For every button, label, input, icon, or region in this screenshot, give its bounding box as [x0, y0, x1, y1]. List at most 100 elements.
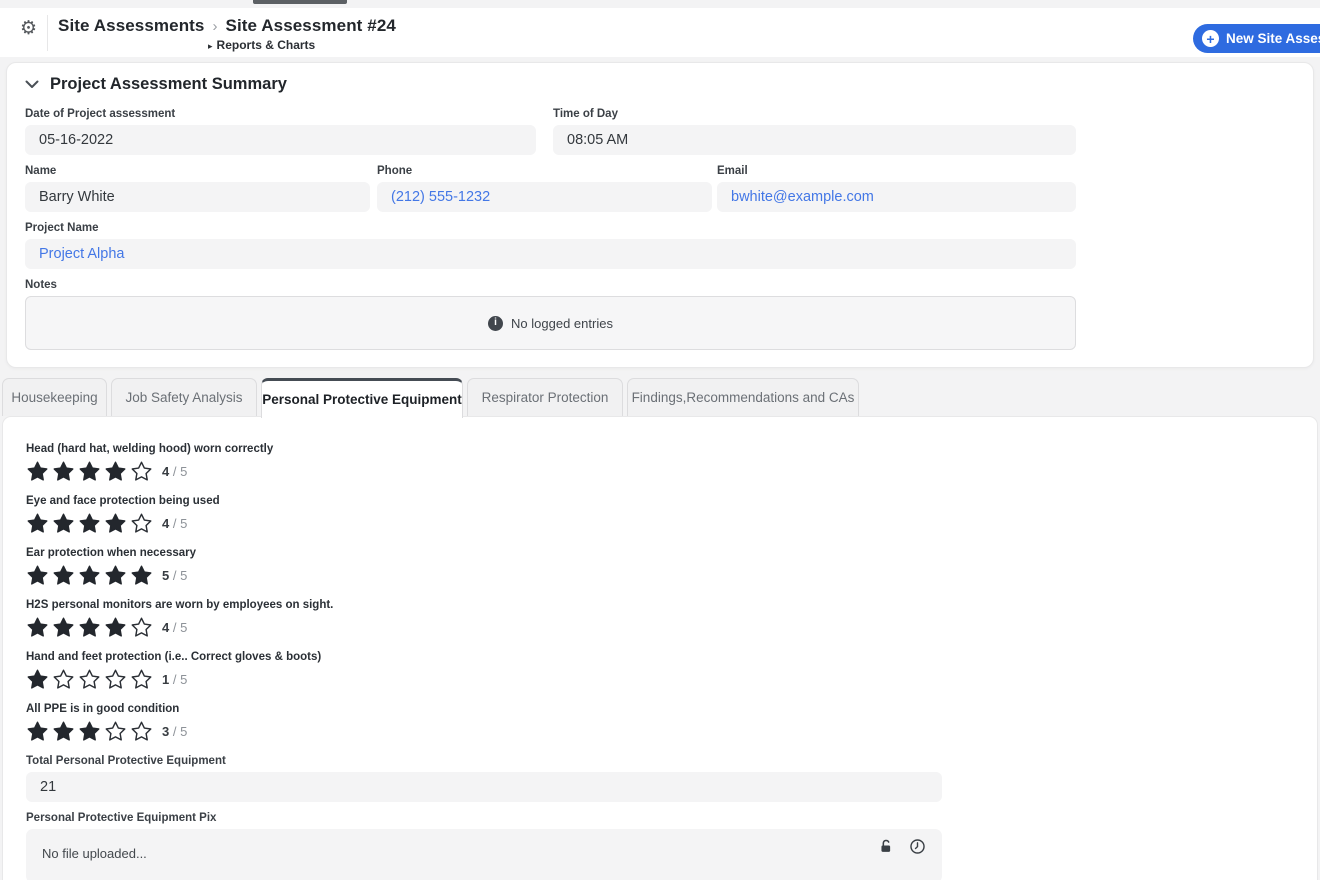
star-filled-icon[interactable]: [78, 512, 101, 535]
date-input[interactable]: [25, 125, 536, 155]
new-site-assessment-button[interactable]: + New Site Assessment: [1193, 24, 1320, 53]
star-filled-icon[interactable]: [78, 460, 101, 483]
rating-text: 4 / 5: [162, 620, 187, 635]
phone-field: Phone: [377, 165, 712, 212]
rating-text: 5 / 5: [162, 568, 187, 583]
star-filled-icon[interactable]: [52, 564, 75, 587]
rating-text: 1 / 5: [162, 672, 187, 687]
time-field: Time of Day: [553, 108, 1076, 155]
chevron-down-icon: [25, 80, 39, 89]
pix-label: Personal Protective Equipment Pix: [26, 812, 1317, 824]
star-filled-icon[interactable]: [26, 460, 49, 483]
browser-tab-indicator: [253, 0, 347, 4]
triangle-right-icon: ▸: [208, 41, 213, 51]
pix-empty-text: No file uploaded...: [42, 846, 147, 861]
file-upload-box[interactable]: No file uploaded...: [26, 829, 942, 880]
star-filled-icon[interactable]: [52, 720, 75, 743]
tab-personal-protective-equipment[interactable]: Personal Protective Equipment: [261, 378, 463, 418]
rating-item: H2S personal monitors are worn by employ…: [26, 599, 1317, 640]
breadcrumb-row: Site Assessments › Site Assessment #24: [58, 16, 396, 36]
star-empty-icon[interactable]: [130, 720, 153, 743]
star-filled-icon[interactable]: [130, 564, 153, 587]
rating-row: 1 / 5: [26, 666, 1317, 692]
new-button-label: New Site Assessment: [1226, 31, 1320, 46]
star-filled-icon[interactable]: [78, 564, 101, 587]
star-filled-icon[interactable]: [104, 564, 127, 587]
star-filled-icon[interactable]: [26, 720, 49, 743]
star-filled-icon[interactable]: [26, 616, 49, 639]
date-label: Date of Project assessment: [25, 108, 536, 120]
email-field: Email: [717, 165, 1076, 212]
tab-respirator-protection[interactable]: Respirator Protection: [467, 378, 623, 416]
breadcrumb-site-assessments[interactable]: Site Assessments: [58, 16, 205, 36]
star-rating[interactable]: [26, 512, 153, 535]
star-empty-icon[interactable]: [104, 668, 127, 691]
sub-breadcrumb-reports-charts[interactable]: ▸ Reports & Charts: [58, 38, 396, 52]
rating-row: 4 / 5: [26, 614, 1317, 640]
project-name-input[interactable]: [25, 239, 1076, 269]
total-input[interactable]: [26, 772, 942, 802]
notes-empty-text: No logged entries: [511, 316, 613, 331]
star-rating[interactable]: [26, 616, 153, 639]
rating-max: / 5: [169, 516, 187, 531]
rating-row: 4 / 5: [26, 510, 1317, 536]
star-filled-icon[interactable]: [78, 720, 101, 743]
tab-content-panel: Head (hard hat, welding hood) worn corre…: [2, 416, 1318, 880]
star-rating[interactable]: [26, 564, 153, 587]
star-rating[interactable]: [26, 460, 153, 483]
time-input[interactable]: [553, 125, 1076, 155]
ratings-list: Head (hard hat, welding hood) worn corre…: [26, 443, 1317, 744]
star-filled-icon[interactable]: [52, 460, 75, 483]
star-filled-icon[interactable]: [104, 512, 127, 535]
notes-empty-box[interactable]: i No logged entries: [25, 296, 1076, 350]
star-filled-icon[interactable]: [104, 460, 127, 483]
star-filled-icon[interactable]: [26, 564, 49, 587]
star-rating[interactable]: [26, 720, 153, 743]
total-label: Total Personal Protective Equipment: [26, 755, 1317, 767]
total-field: Total Personal Protective Equipment: [26, 755, 1317, 802]
summary-row-2: Name Phone Email: [25, 165, 1313, 212]
rating-row: 4 / 5: [26, 458, 1317, 484]
star-empty-icon[interactable]: [130, 668, 153, 691]
rating-row: 5 / 5: [26, 562, 1317, 588]
star-empty-icon[interactable]: [130, 512, 153, 535]
star-rating[interactable]: [26, 668, 153, 691]
star-filled-icon[interactable]: [26, 668, 49, 691]
date-field: Date of Project assessment: [25, 108, 536, 155]
settings-gear-icon[interactable]: ⚙: [20, 19, 37, 38]
name-field: Name: [25, 165, 370, 212]
rating-label: H2S personal monitors are worn by employ…: [26, 599, 1317, 611]
plus-icon: +: [1202, 30, 1219, 47]
star-filled-icon[interactable]: [52, 616, 75, 639]
star-empty-icon[interactable]: [130, 616, 153, 639]
star-empty-icon[interactable]: [78, 668, 101, 691]
tab-housekeeping[interactable]: Housekeeping: [2, 378, 107, 416]
header: ⚙ Site Assessments › Site Assessment #24…: [0, 8, 1320, 57]
rating-label: Head (hard hat, welding hood) worn corre…: [26, 443, 1317, 455]
star-filled-icon[interactable]: [26, 512, 49, 535]
unlock-icon[interactable]: [878, 838, 894, 855]
email-input[interactable]: [717, 182, 1076, 212]
name-input[interactable]: [25, 182, 370, 212]
rating-text: 4 / 5: [162, 516, 187, 531]
summary-title: Project Assessment Summary: [50, 75, 287, 94]
phone-label: Phone: [377, 165, 712, 177]
summary-collapse-header[interactable]: Project Assessment Summary: [25, 75, 1313, 94]
rating-max: / 5: [169, 568, 187, 583]
sub-breadcrumb-label: Reports & Charts: [217, 38, 316, 52]
rating-label: All PPE is in good condition: [26, 703, 1317, 715]
tab-findings-recommendations[interactable]: Findings,Recommendations and CAs: [627, 378, 859, 416]
star-filled-icon[interactable]: [104, 616, 127, 639]
clock-icon[interactable]: [909, 838, 926, 855]
breadcrumb-current: Site Assessment #24: [226, 16, 396, 36]
star-empty-icon[interactable]: [130, 460, 153, 483]
phone-input[interactable]: [377, 182, 712, 212]
star-filled-icon[interactable]: [52, 512, 75, 535]
star-empty-icon[interactable]: [104, 720, 127, 743]
tab-job-safety-analysis[interactable]: Job Safety Analysis: [111, 378, 257, 416]
star-empty-icon[interactable]: [52, 668, 75, 691]
rating-max: / 5: [169, 464, 187, 479]
breadcrumb-separator-icon: ›: [213, 18, 218, 35]
email-label: Email: [717, 165, 1076, 177]
star-filled-icon[interactable]: [78, 616, 101, 639]
